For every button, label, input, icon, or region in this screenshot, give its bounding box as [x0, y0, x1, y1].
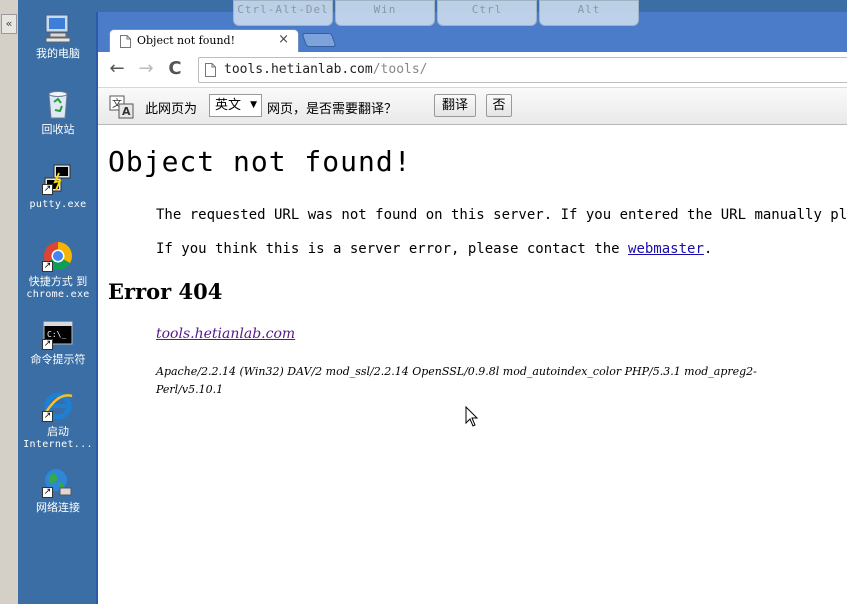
win-key-button[interactable]: Win — [335, 0, 435, 26]
browser-window: Object not found! × ← → C tools.hetianla… — [96, 12, 847, 604]
desktop-icon-my-computer[interactable]: 我的电脑 — [18, 12, 98, 60]
desktop: 我的电脑 回收站 ↗ putty.exe ↗ 快捷方式 到 chrome.exe… — [18, 0, 98, 604]
desktop-icon-label: Internet... — [23, 439, 93, 450]
chrome-icon: ↗ — [42, 240, 74, 272]
desktop-icon-putty[interactable]: ↗ putty.exe — [18, 163, 98, 211]
server-line-1: Apache/2.2.14 (Win32) DAV/2 mod_ssl/2.2.… — [156, 365, 757, 378]
translate-question: 网页，是否需要翻译？ — [267, 102, 398, 117]
url-host: tools.hetianlab.com — [224, 62, 373, 77]
back-button[interactable]: ← — [106, 60, 128, 80]
translate-button[interactable]: 翻译 — [434, 94, 476, 117]
server-line-2: Perl/v5.10.1 — [156, 383, 224, 396]
desktop-icon-recycle-bin[interactable]: 回收站 — [18, 88, 98, 136]
reload-button[interactable]: C — [164, 60, 186, 80]
recycle-bin-icon — [42, 88, 74, 120]
page-icon — [205, 63, 216, 77]
desktop-icon-label: 启动 — [47, 425, 69, 438]
desktop-icon-label: 快捷方式 到 — [28, 275, 88, 288]
desktop-icon-label: 网络连接 — [36, 501, 80, 514]
my-computer-icon — [42, 12, 74, 44]
language-select-value: 英文 — [215, 98, 242, 113]
shortcut-arrow-icon: ↗ — [42, 184, 53, 195]
remote-sidebar-handle[interactable]: « — [0, 0, 18, 604]
error-message: The requested URL was not found on this … — [156, 207, 847, 223]
svg-text:A: A — [122, 105, 131, 118]
desktop-icon-internet-explorer[interactable]: ↗ 启动 Internet... — [18, 390, 98, 451]
url-path: /tools/ — [372, 62, 428, 77]
alt-key-button[interactable]: Alt — [539, 0, 639, 26]
tab-object-not-found[interactable]: Object not found! × — [109, 29, 299, 53]
chevron-down-icon: ▼ — [250, 100, 257, 110]
error-code-heading: Error 404 — [108, 279, 223, 304]
page-content: Object not found! The requested URL was … — [98, 125, 847, 604]
desktop-icon-chrome[interactable]: ↗ 快捷方式 到 chrome.exe — [18, 240, 98, 301]
desktop-icon-label: chrome.exe — [26, 289, 90, 300]
webmaster-link[interactable]: webmaster — [628, 241, 704, 257]
tab-title: Object not found! — [137, 34, 236, 47]
internet-explorer-icon: ↗ — [42, 390, 74, 422]
contact-suffix: . — [703, 241, 713, 257]
shortcut-arrow-icon: ↗ — [42, 339, 53, 350]
collapse-arrow-icon[interactable]: « — [1, 14, 17, 34]
forward-button[interactable]: → — [135, 60, 157, 80]
desktop-icon-network-connections[interactable]: ↗ 网络连接 — [18, 466, 98, 514]
translate-infobar: 文 A 此网页为 英文 ▼ 网页，是否需要翻译？ 翻译 否 — [98, 88, 847, 125]
page-icon — [120, 35, 131, 48]
contact-message: If you think this is a server error, ple… — [156, 241, 712, 257]
server-signature: Apache/2.2.14 (Win32) DAV/2 mod_ssl/2.2.… — [156, 363, 847, 399]
desktop-icon-label: 回收站 — [41, 123, 75, 136]
putty-icon: ↗ — [42, 163, 74, 195]
network-connections-icon: ↗ — [42, 466, 74, 498]
translate-prefix: 此网页为 — [145, 102, 198, 117]
contact-prefix: If you think this is a server error, ple… — [156, 241, 629, 257]
no-translate-button[interactable]: 否 — [486, 94, 512, 117]
shortcut-arrow-icon: ↗ — [42, 411, 53, 422]
desktop-icon-command-prompt[interactable]: C:\_ ↗ 命令提示符 — [18, 318, 98, 366]
page-title: Object not found! — [108, 145, 412, 178]
desktop-icon-label: 我的电脑 — [36, 47, 80, 60]
ctrl-alt-del-button[interactable]: Ctrl-Alt-Del — [233, 0, 333, 26]
url-text: tools.hetianlab.com/tools/ — [224, 62, 428, 77]
remote-key-bar: Ctrl-Alt-Del Win Ctrl Alt — [233, 0, 639, 27]
language-select[interactable]: 英文 ▼ — [209, 94, 262, 117]
browser-toolbar: ← → C tools.hetianlab.com/tools/ — [98, 52, 847, 88]
mouse-cursor-icon — [465, 406, 479, 427]
shortcut-arrow-icon: ↗ — [42, 487, 53, 498]
address-bar[interactable]: tools.hetianlab.com/tools/ — [198, 57, 847, 83]
translate-icon: 文 A — [109, 95, 135, 119]
ctrl-key-button[interactable]: Ctrl — [437, 0, 537, 26]
command-prompt-icon: C:\_ ↗ — [42, 318, 74, 350]
new-tab-button[interactable] — [301, 33, 337, 47]
host-link[interactable]: tools.hetianlab.com — [156, 326, 295, 342]
shortcut-arrow-icon: ↗ — [42, 261, 53, 272]
desktop-icon-label: putty.exe — [29, 199, 87, 210]
svg-text:C:\_: C:\_ — [47, 330, 66, 339]
desktop-icon-label: 命令提示符 — [30, 353, 86, 366]
tab-close-icon[interactable]: × — [278, 33, 289, 47]
